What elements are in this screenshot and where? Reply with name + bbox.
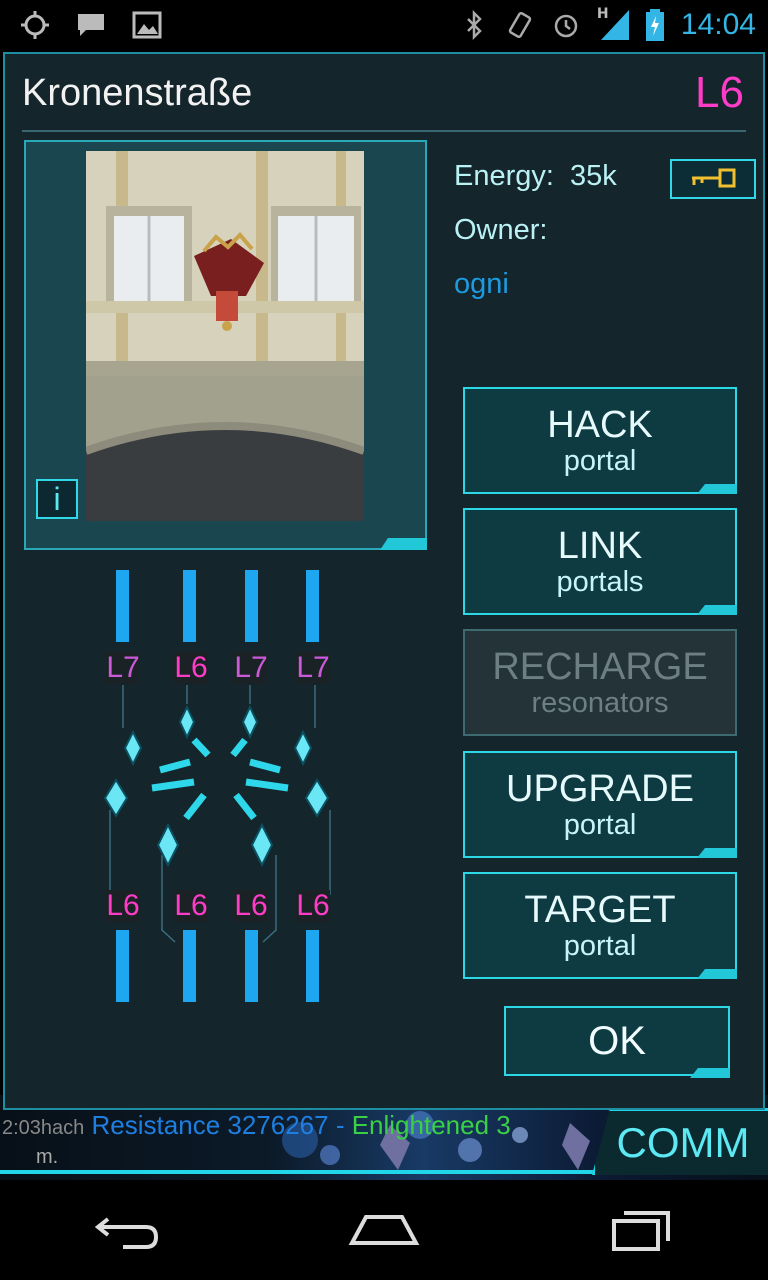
resonator-level-bottom-1: L6 <box>106 889 140 922</box>
hack-portal-button[interactable]: HACK portal <box>463 387 737 494</box>
target-sublabel: portal <box>563 930 637 962</box>
upgrade-sublabel: portal <box>563 809 637 841</box>
comm-resistance-text: Resistance 3276267 <box>91 1110 329 1140</box>
target-label: TARGET <box>524 889 676 931</box>
portal-level: L6 <box>695 68 744 117</box>
upgrade-portal-button[interactable]: UPGRADE portal <box>463 751 737 858</box>
portal-title: Kronenstraße <box>22 72 253 114</box>
owner-label: Owner: <box>454 214 548 246</box>
back-icon[interactable] <box>88 1205 168 1255</box>
energy-label: Energy: <box>454 160 554 192</box>
ok-button[interactable]: OK <box>504 1006 730 1076</box>
photo-frame-tab <box>380 538 427 550</box>
owner-name[interactable]: ogni <box>454 268 509 301</box>
home-icon[interactable] <box>344 1205 424 1255</box>
key-icon <box>692 168 736 188</box>
link-label: LINK <box>557 525 643 567</box>
comm-separator: - <box>328 1110 352 1140</box>
battery-icon <box>645 9 664 41</box>
navigation-bar <box>0 1180 768 1280</box>
link-portals-button[interactable]: LINK portals <box>463 508 737 615</box>
title-divider <box>22 130 746 132</box>
status-bar: H 14:04 <box>0 0 768 50</box>
recharge-sublabel: resonators <box>531 687 669 719</box>
resonator-bar-top-4 <box>306 570 319 642</box>
hack-sublabel: portal <box>563 445 637 477</box>
target-portal-button[interactable]: TARGET portal <box>463 872 737 979</box>
resonator-bar-bottom-2 <box>183 930 196 1002</box>
resonator-bar-bottom-4 <box>306 930 319 1002</box>
image-icon <box>132 11 162 39</box>
energy-value: 35k <box>570 160 617 192</box>
alarm-icon <box>554 14 578 38</box>
comm-button[interactable]: COMM <box>592 1108 768 1175</box>
resonator-bar-bottom-3 <box>245 930 258 1002</box>
resonator-crystal <box>178 704 196 740</box>
message-icon <box>78 14 104 36</box>
comm-timestamp: 2:03hach <box>2 1117 85 1139</box>
recharge-label: RECHARGE <box>492 646 708 688</box>
gps-icon <box>21 11 49 39</box>
upgrade-label: UPGRADE <box>506 768 694 810</box>
resonator-level-bottom-3: L6 <box>234 889 268 922</box>
resonator-bar-top-1 <box>116 570 129 642</box>
key-button[interactable] <box>670 159 756 199</box>
recent-apps-icon[interactable] <box>600 1205 680 1255</box>
comm-enlightened-text: Enlightened 3 <box>351 1110 511 1140</box>
link-sublabel: portals <box>556 566 644 598</box>
energy-row: Energy: 35k <box>454 160 617 193</box>
signal-icon: H <box>597 6 629 40</box>
comm-message[interactable]: 2:03hach Resistance 3276267 - Enlightene… <box>2 1110 602 1140</box>
recharge-resonators-button[interactable]: RECHARGE resonators <box>463 629 737 736</box>
portal-photo[interactable] <box>86 151 364 521</box>
vibrate-icon <box>508 11 532 39</box>
bluetooth-icon <box>467 10 482 40</box>
comm-line2: m. <box>36 1146 59 1168</box>
resonator-level-bottom-4: L6 <box>296 889 330 922</box>
resonator-bar-bottom-1 <box>116 930 129 1002</box>
resonator-bar-top-2 <box>183 570 196 642</box>
info-button[interactable]: i <box>36 479 78 519</box>
resonator-level-bottom-2: L6 <box>174 889 208 922</box>
hack-label: HACK <box>547 404 653 446</box>
resonator-bar-top-3 <box>245 570 258 642</box>
clock: 14:04 <box>680 8 756 41</box>
